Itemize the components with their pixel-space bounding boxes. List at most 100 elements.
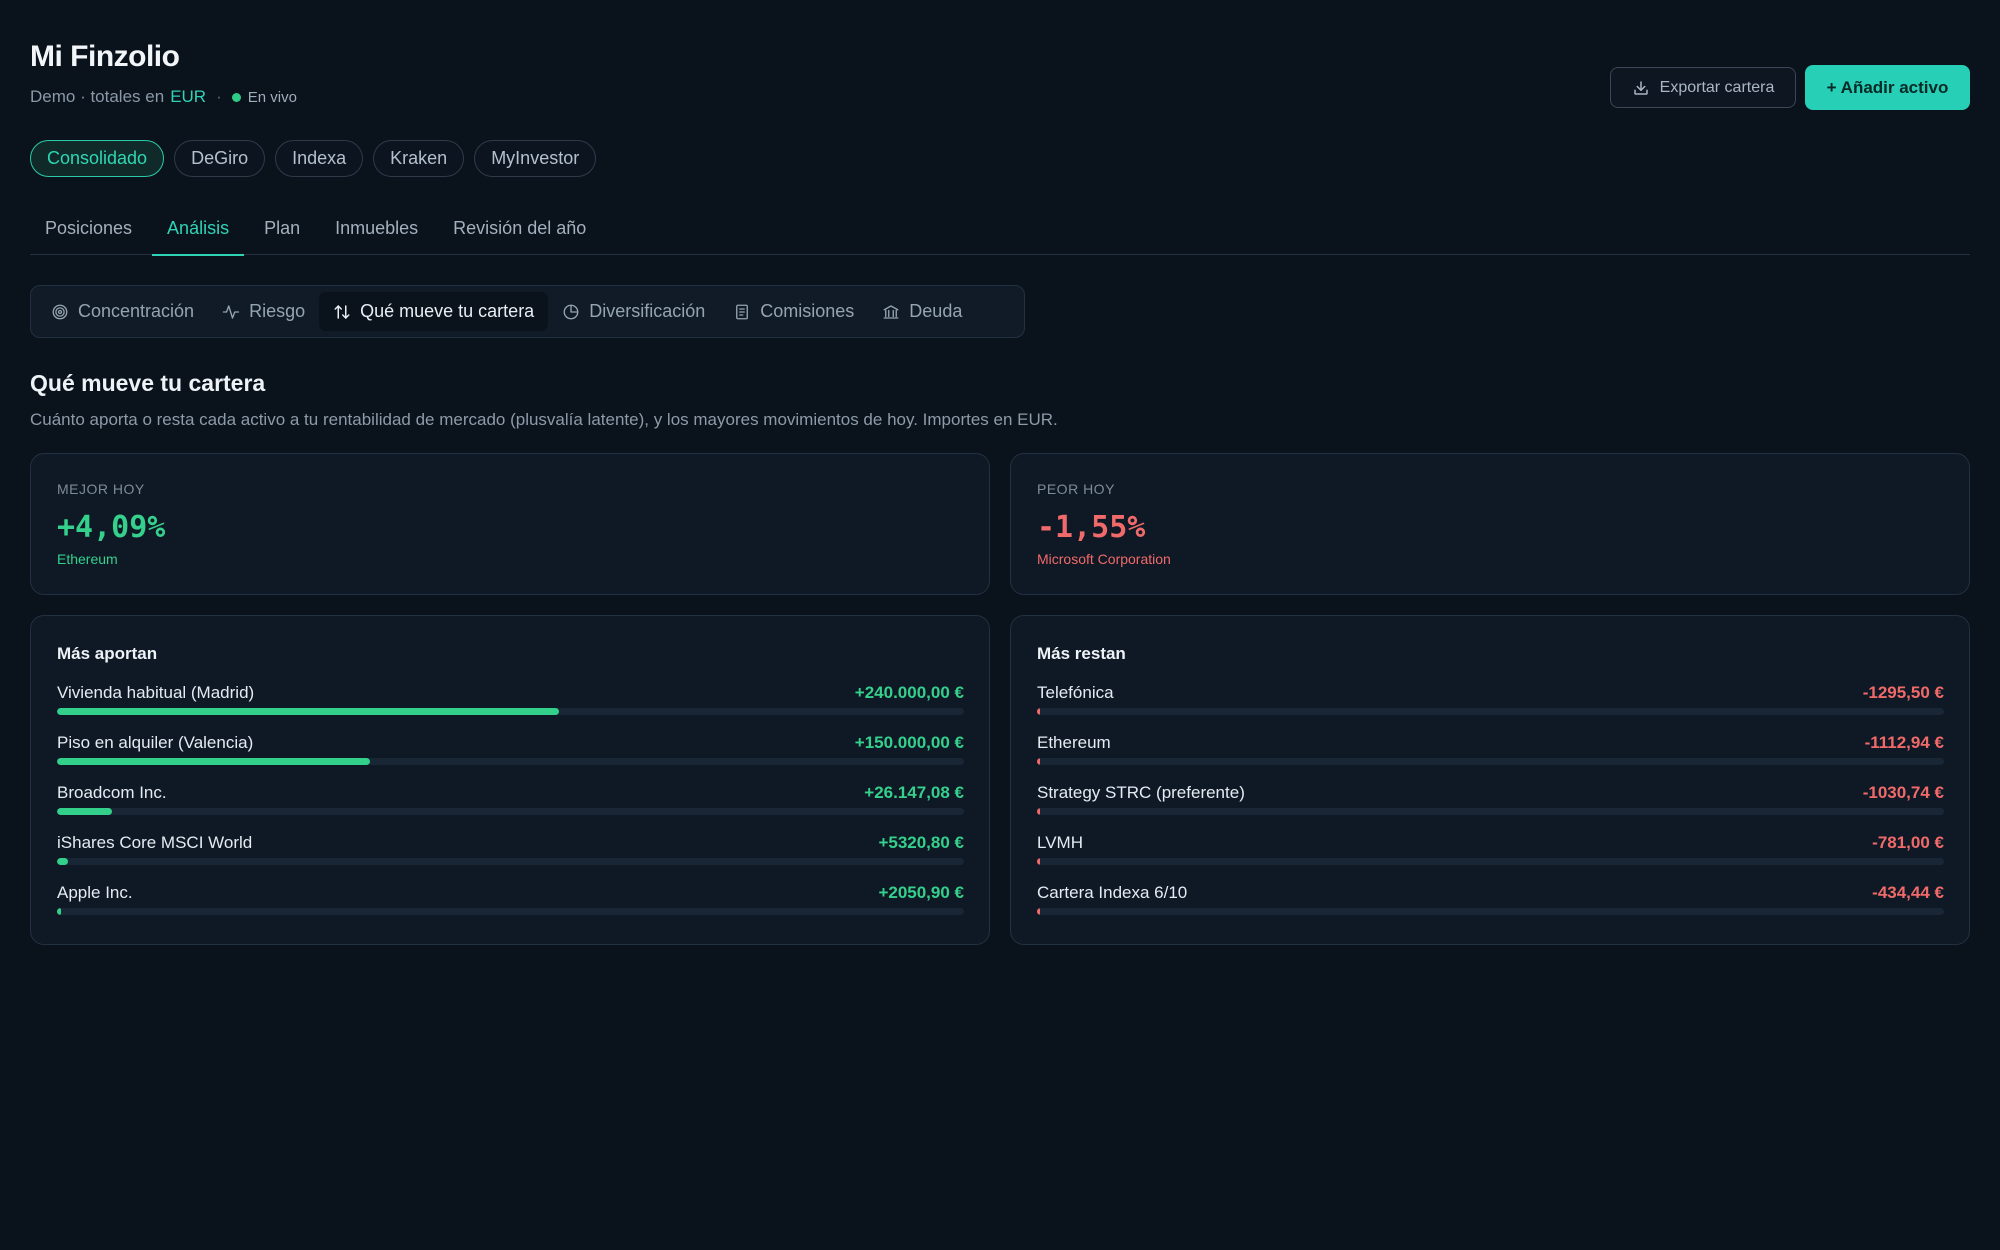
subtab-label: Comisiones — [760, 301, 855, 321]
contribution-bar-fill — [1037, 808, 1040, 815]
subtab-diversificacion[interactable]: Diversificación — [548, 292, 719, 331]
subtab-comisiones[interactable]: Comisiones — [719, 292, 868, 331]
top-contributors-card: Más aportan Vivienda habitual (Madrid) +2… — [30, 615, 990, 945]
asset-contribution-value: -1112,94 € — [1864, 733, 1944, 752]
subtitle-separator: · — [216, 87, 222, 106]
asset-name: Piso en alquiler (Valencia) — [57, 733, 254, 752]
contribution-bar-fill — [57, 808, 112, 815]
contribution-bar-fill — [57, 858, 69, 865]
bank-icon — [883, 304, 899, 319]
contribution-bar-track — [1037, 708, 1944, 715]
contribution-bar-track — [1037, 908, 1944, 915]
asset-name: Strategy STRC (preferente) — [1037, 783, 1245, 802]
receipt-icon — [736, 304, 749, 319]
pie-chart-icon — [563, 304, 579, 319]
list-item: Ethereum -1112,94 € — [1037, 733, 1944, 783]
asset-name: Vivienda habitual (Madrid) — [57, 683, 255, 702]
subtab-label: Riesgo — [249, 301, 306, 321]
asset-name: Cartera Indexa 6/10 — [1037, 883, 1188, 902]
asset-contribution-value: +2050,90 € — [878, 883, 964, 902]
contribution-bar-fill — [57, 708, 559, 715]
top-detractors-card: Más restan Telefónica -1295,50 € Ethereum -… — [1010, 615, 1970, 945]
list-item: Strategy STRC (preferente) -1030,74 € — [1037, 783, 1944, 833]
broker-pill-kraken[interactable]: Kraken — [373, 140, 465, 177]
subtab-label: Concentración — [78, 301, 195, 321]
asset-contribution-value: -781,00 € — [1872, 833, 1944, 852]
contribution-bar-track — [1037, 758, 1944, 765]
broker-pill-degiro[interactable]: DeGiro — [174, 140, 266, 177]
asset-name: Ethereum — [1037, 733, 1111, 752]
top-detractors-list: Telefónica -1295,50 € Ethereum -1112,94 € St… — [1037, 683, 1944, 933]
list-item: LVMH -781,00 € — [1037, 833, 1944, 883]
subtab-label: Diversificación — [589, 301, 706, 321]
list-item: Telefónica -1295,50 € — [1037, 683, 1944, 733]
export-portfolio-button[interactable]: Exportar cartera — [1610, 67, 1796, 108]
worst-today-asset: Microsoft Corporation — [1037, 551, 1171, 567]
subtab-label: Deuda — [909, 301, 963, 321]
section-title: Qué mueve tu cartera — [30, 370, 266, 396]
live-status-label: En vivo — [247, 88, 297, 106]
best-today-value: +4,09% — [57, 510, 166, 545]
app-title: Mi Finzolio — [30, 40, 180, 73]
tab-revision-anio[interactable]: Revisión del año — [438, 206, 601, 255]
contribution-bar-fill — [57, 908, 62, 915]
list-item: Broadcom Inc. +26.147,08 € — [57, 783, 964, 833]
arrows-up-down-icon — [334, 304, 350, 319]
contribution-bar-track — [57, 858, 964, 865]
list-item: Apple Inc. +2050,90 € — [57, 883, 964, 933]
top-detractors-title: Más restan — [1037, 644, 1126, 663]
main-tabs: Posiciones Análisis Plan Inmuebles Revis… — [30, 206, 1970, 256]
tab-posiciones[interactable]: Posiciones — [30, 206, 147, 255]
tab-inmuebles[interactable]: Inmuebles — [320, 206, 433, 255]
broker-pill-consolidado[interactable]: Consolidado — [30, 140, 165, 177]
analysis-subtabs: Concentración Riesgo Qué mueve tu carter… — [30, 285, 1025, 338]
contribution-bar-track — [57, 758, 964, 765]
subtab-concentracion[interactable]: Concentración — [37, 292, 208, 331]
subtab-riesgo[interactable]: Riesgo — [208, 292, 319, 331]
contribution-bar-fill — [1037, 708, 1040, 715]
list-item: Piso en alquiler (Valencia) +150.000,00 € — [57, 733, 964, 783]
subtitle-prefix: Demo · totales en — [30, 87, 165, 106]
contribution-bar-track — [57, 708, 964, 715]
asset-name: Apple Inc. — [57, 883, 133, 902]
subtab-que-mueve[interactable]: Qué mueve tu cartera — [319, 292, 549, 331]
top-contributors-title: Más aportan — [57, 644, 158, 663]
asset-contribution-value: +150.000,00 € — [854, 733, 964, 752]
download-icon — [1633, 80, 1648, 95]
asset-contribution-value: -1030,74 € — [1862, 783, 1944, 802]
asset-name: LVMH — [1037, 833, 1083, 852]
tab-analisis[interactable]: Análisis — [152, 206, 245, 256]
asset-contribution-value: +5320,80 € — [878, 833, 964, 852]
contribution-bar-fill — [1037, 908, 1040, 915]
list-item: iShares Core MSCI World +5320,80 € — [57, 833, 964, 883]
tab-plan[interactable]: Plan — [249, 206, 315, 255]
top-contributors-list: Vivienda habitual (Madrid) +240.000,00 € P… — [57, 683, 964, 933]
broker-pill-myinvestor[interactable]: MyInvestor — [474, 140, 597, 177]
list-item: Cartera Indexa 6/10 -434,44 € — [1037, 883, 1944, 933]
contribution-bar-fill — [1037, 758, 1040, 765]
asset-contribution-value: -434,44 € — [1872, 883, 1944, 902]
asset-name: Telefónica — [1037, 683, 1114, 702]
asset-contribution-value: +240.000,00 € — [854, 683, 964, 702]
list-item: Vivienda habitual (Madrid) +240.000,00 € — [57, 683, 964, 733]
asset-contribution-value: +26.147,08 € — [864, 783, 964, 802]
broker-pill-indexa[interactable]: Indexa — [275, 140, 364, 177]
contribution-bar-track — [57, 808, 964, 815]
subtab-label: Qué mueve tu cartera — [360, 301, 535, 321]
contribution-bar-track — [1037, 808, 1944, 815]
worst-today-value: -1,55% — [1037, 510, 1146, 545]
contribution-bar-fill — [57, 758, 371, 765]
currency-label[interactable]: EUR — [170, 87, 206, 107]
export-label: Exportar cartera — [1659, 78, 1775, 96]
live-status-dot — [231, 92, 241, 102]
activity-icon — [222, 304, 240, 319]
best-today-label: MEJOR HOY — [57, 481, 145, 497]
add-asset-button[interactable]: + Añadir activo — [1805, 65, 1970, 110]
asset-contribution-value: -1295,50 € — [1862, 683, 1944, 702]
best-today-asset: Ethereum — [57, 551, 118, 567]
subtab-deuda[interactable]: Deuda — [868, 292, 976, 331]
asset-name: Broadcom Inc. — [57, 783, 167, 802]
section-description: Cuánto aporta o resta cada activo a tu r… — [30, 410, 1058, 429]
worst-today-label: PEOR HOY — [1037, 481, 1115, 497]
broker-filter: Consolidado DeGiro Indexa Kraken MyInves… — [30, 140, 597, 177]
